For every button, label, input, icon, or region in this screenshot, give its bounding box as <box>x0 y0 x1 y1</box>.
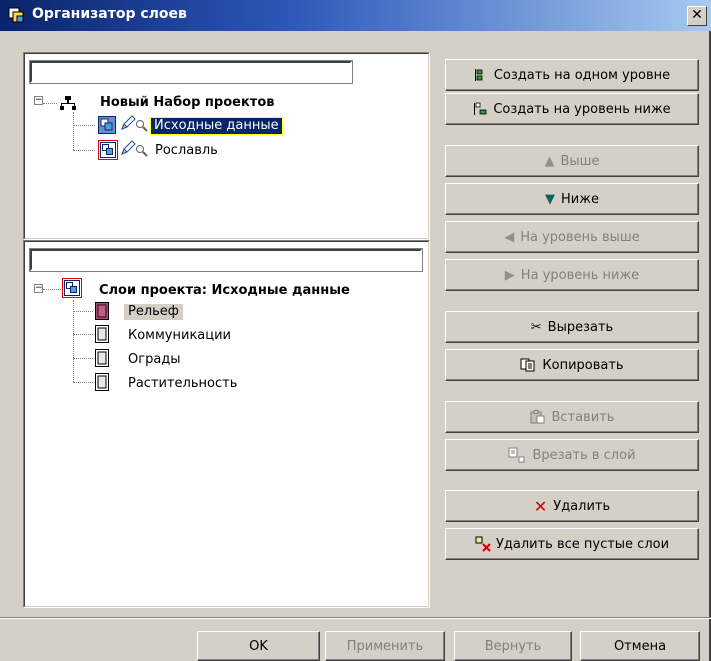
layer-organizer-window: Организатор слоев ✕ − Новый Набор проект… <box>0 0 711 661</box>
layers-root-expander[interactable]: − <box>34 284 43 293</box>
level-up-button[interactable]: ◀ На уровень выше <box>445 221 699 253</box>
title-bar[interactable]: Организатор слоев ✕ <box>0 0 711 31</box>
move-up-label: Выше <box>560 153 600 169</box>
ok-label: OK <box>249 638 268 654</box>
delete-button[interactable]: ✕ Удалить <box>445 490 699 522</box>
zoom-icon <box>136 120 148 132</box>
cancel-label: Отмена <box>613 638 667 654</box>
revert-button[interactable]: Вернуть <box>454 631 572 661</box>
layers-root-label: Слои проекта: Исходные данные <box>99 283 350 298</box>
create-level-below-button[interactable]: Создать на уровень ниже <box>445 93 699 125</box>
copy-button[interactable]: Копировать <box>445 349 699 381</box>
layers-window-icon <box>8 7 24 23</box>
close-button[interactable]: ✕ <box>687 6 707 26</box>
network-icon <box>60 96 76 110</box>
level-down-label: На уровень ниже <box>520 267 640 283</box>
cut-label: Вырезать <box>547 319 614 335</box>
projects-filter-input[interactable] <box>29 60 353 84</box>
project-icon <box>100 142 116 158</box>
project-item-label: Рославль <box>155 143 218 158</box>
revert-label: Вернуть <box>484 638 542 654</box>
layer-item-label: Растительность <box>128 376 238 391</box>
paste-label: Вставить <box>551 409 615 425</box>
apply-button[interactable]: Применить <box>325 631 445 661</box>
copy-icon <box>520 358 535 372</box>
footer-separator <box>0 617 711 619</box>
delete-x-icon: ✕ <box>533 496 548 516</box>
move-down-label: Ниже <box>561 191 599 207</box>
layer-item-label: Коммуникации <box>128 328 232 343</box>
level-up-label: На уровень выше <box>520 229 640 245</box>
cut-into-layer-button[interactable]: Врезать в слой <box>445 439 699 471</box>
apply-label: Применить <box>346 638 424 654</box>
copy-label: Копировать <box>542 357 624 373</box>
delete-empty-layers-button[interactable]: Удалить все пустые слои <box>445 528 699 560</box>
layer-icon <box>95 373 109 391</box>
paste-button[interactable]: Вставить <box>445 401 699 433</box>
ok-button[interactable]: OK <box>197 631 320 661</box>
projects-root-label: Новый Набор проектов <box>100 95 275 110</box>
projects-root-expander[interactable]: − <box>34 96 43 105</box>
window-title: Организатор слоев <box>32 6 187 22</box>
layers-filter-input[interactable] <box>29 248 423 272</box>
delete-label: Удалить <box>553 498 611 514</box>
insert-into-layer-icon <box>508 447 525 463</box>
arrow-left-icon: ◀ <box>504 229 515 245</box>
zoom-icon <box>136 145 148 157</box>
paste-clipboard-icon <box>530 410 545 424</box>
edit-pencil-icon <box>121 140 136 155</box>
cut-into-layer-label: Врезать в слой <box>532 447 636 463</box>
arrow-up-icon: ▲ <box>544 153 555 169</box>
close-icon: ✕ <box>691 7 703 23</box>
tree-child-level-icon <box>474 102 487 115</box>
project-icon <box>98 116 116 134</box>
move-up-button[interactable]: ▲ Выше <box>445 145 699 177</box>
edit-pencil-icon <box>121 115 136 130</box>
arrow-down-icon: ▼ <box>545 191 556 207</box>
delete-empty-layers-label: Удалить все пустые слои <box>495 536 670 552</box>
layer-item-label: Рельеф <box>124 304 183 320</box>
project-icon <box>64 280 80 296</box>
create-same-level-button[interactable]: Создать на одном уровне <box>445 59 699 91</box>
layer-icon <box>95 349 109 367</box>
create-level-below-label: Создать на уровень ниже <box>493 101 671 117</box>
move-down-button[interactable]: ▼ Ниже <box>445 183 699 215</box>
level-down-button[interactable]: ▶ На уровень ниже <box>445 259 699 291</box>
layer-colored-icon <box>95 302 109 320</box>
layer-item-label: Ограды <box>128 352 181 367</box>
layer-icon <box>95 325 109 343</box>
create-same-level-label: Создать на одном уровне <box>493 67 671 83</box>
project-item-label: Исходные данные <box>150 117 283 135</box>
arrow-right-icon: ▶ <box>504 267 515 283</box>
tree-same-level-icon <box>474 69 483 81</box>
scissors-icon: ✂ <box>530 319 542 335</box>
cancel-button[interactable]: Отмена <box>580 631 700 661</box>
delete-empty-layers-icon <box>475 536 491 552</box>
cut-button[interactable]: ✂ Вырезать <box>445 311 699 343</box>
